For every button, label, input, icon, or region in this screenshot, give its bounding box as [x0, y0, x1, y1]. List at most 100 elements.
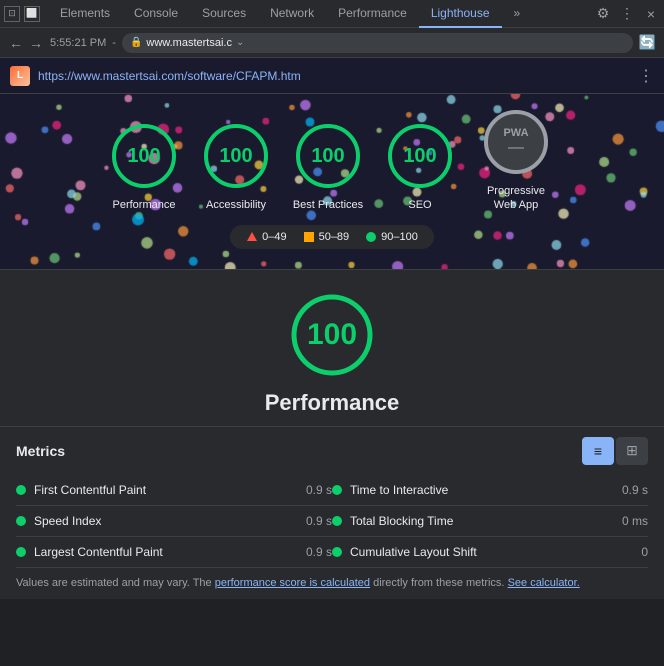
metric-dot-lcp — [16, 547, 26, 557]
perf-detail-title: Performance — [265, 390, 400, 416]
metrics-title: Metrics — [16, 443, 65, 459]
devtools-icons: ⊡ ⬜ — [4, 6, 40, 22]
footer-text-middle: directly from these metrics. — [370, 577, 508, 589]
refresh-button[interactable]: 🔄 — [639, 34, 656, 51]
legend-row: 0–49 50–89 90–100 — [230, 225, 434, 249]
pwa-label-inner: PWA — [503, 127, 528, 139]
performance-score: 100 — [127, 145, 160, 168]
pwa-circle: PWA — — [480, 106, 552, 178]
legend-range-90-100: 90–100 — [381, 231, 418, 243]
tab-more[interactable]: » — [502, 0, 533, 28]
devtools-right: ⚙ ⋮ × — [594, 5, 660, 23]
footer-note: Values are estimated and may vary. The p… — [0, 568, 664, 599]
back-button[interactable]: ← — [8, 35, 24, 51]
metrics-grid: First Contentful Paint 0.9 s Time to Int… — [0, 475, 664, 568]
address-bar: ← → 5:55:21 PM - 🔒 www.mastertsai.c ⌄ 🔄 — [0, 28, 664, 58]
legend-item-0-49: 0–49 — [246, 231, 286, 243]
pwa-dash: — — [503, 139, 528, 157]
performance-label: Performance — [113, 198, 176, 212]
devtools-tabs: Elements Console Sources Network Perform… — [48, 0, 594, 28]
url-text: www.mastertsai.c — [146, 37, 232, 49]
metric-speed-index: Speed Index 0.9 s — [16, 506, 332, 537]
devtools-bar: ⊡ ⬜ Elements Console Sources Network Per… — [0, 0, 664, 28]
device-icon[interactable]: ⬜ — [24, 6, 40, 22]
tab-elements[interactable]: Elements — [48, 0, 122, 28]
metric-value-tbt: 0 ms — [622, 514, 648, 528]
metric-value-tti: 0.9 s — [622, 483, 648, 497]
perf-detail: 100 Performance — [0, 270, 664, 426]
metric-total-blocking-time: Total Blocking Time 0 ms — [332, 506, 648, 537]
view-grid-icon: ⊞ — [626, 442, 638, 459]
metric-value-cls: 0 — [641, 545, 648, 559]
accessibility-circle: 100 — [200, 120, 272, 192]
metric-time-to-interactive: Time to Interactive 0.9 s — [332, 475, 648, 506]
seo-label: SEO — [408, 198, 431, 212]
score-performance: 100 Performance — [108, 120, 180, 212]
tab-performance[interactable]: Performance — [326, 0, 419, 28]
scores-section: 100 Performance 100 Accessibility 100 Be… — [0, 94, 664, 270]
footer-link-perf-score[interactable]: performance score is calculated — [215, 577, 370, 589]
legend-item-50-89: 50–89 — [303, 231, 350, 243]
legend-item-90-100: 90–100 — [365, 231, 418, 243]
tab-lighthouse[interactable]: Lighthouse — [419, 0, 502, 28]
best-practices-circle: 100 — [292, 120, 364, 192]
time-dash: - — [112, 37, 116, 49]
square-icon — [303, 231, 315, 243]
more-icon[interactable]: ⋮ — [618, 5, 636, 23]
site-url-text: https://www.mastertsai.com/software/CFAP… — [38, 69, 630, 83]
score-pwa: PWA — Progressive Web App — [476, 106, 556, 213]
metric-dot-si — [16, 516, 26, 526]
close-icon[interactable]: × — [642, 5, 660, 23]
metric-name-tti: Time to Interactive — [350, 483, 614, 497]
metric-dot-fcp — [16, 485, 26, 495]
scores-row: 100 Performance 100 Accessibility 100 Be… — [20, 106, 644, 213]
metric-name-si: Speed Index — [34, 514, 298, 528]
settings-icon[interactable]: ⚙ — [594, 5, 612, 23]
view-list-button[interactable]: ≡ — [582, 437, 614, 465]
seo-circle: 100 — [384, 120, 456, 192]
main-content: 100 Performance Metrics ≡ ⊞ First Conten… — [0, 270, 664, 599]
address-input[interactable]: 🔒 www.mastertsai.c ⌄ — [122, 33, 633, 53]
score-best-practices: 100 Best Practices — [292, 120, 364, 212]
circle-icon — [365, 231, 377, 243]
triangle-icon — [246, 231, 258, 243]
metric-value-si: 0.9 s — [306, 514, 332, 528]
tab-sources[interactable]: Sources — [190, 0, 258, 28]
tab-console[interactable]: Console — [122, 0, 190, 28]
metric-name-tbt: Total Blocking Time — [350, 514, 614, 528]
footer-link-calculator[interactable]: See calculator. — [508, 577, 580, 589]
accessibility-label: Accessibility — [206, 198, 266, 212]
metric-dot-cls — [332, 547, 342, 557]
metric-largest-contentful-paint: Largest Contentful Paint 0.9 s — [16, 537, 332, 568]
metric-name-lcp: Largest Contentful Paint — [34, 545, 298, 559]
performance-circle: 100 — [108, 120, 180, 192]
address-nav: ← → — [8, 35, 44, 51]
site-url-bar: L https://www.mastertsai.com/software/CF… — [0, 58, 664, 94]
metric-value-lcp: 0.9 s — [306, 545, 332, 559]
forward-button[interactable]: → — [28, 35, 44, 51]
metric-cumulative-layout-shift: Cumulative Layout Shift 0 — [332, 537, 648, 568]
accessibility-score: 100 — [219, 145, 252, 168]
site-favicon: L — [10, 66, 30, 86]
perf-detail-circle: 100 — [287, 290, 377, 380]
legend-range-0-49: 0–49 — [262, 231, 286, 243]
score-seo: 100 SEO — [384, 120, 456, 212]
best-practices-score: 100 — [311, 145, 344, 168]
footer-text-before: Values are estimated and may vary. The — [16, 577, 215, 589]
address-time: 5:55:21 PM — [50, 37, 106, 49]
site-menu-icon[interactable]: ⋮ — [638, 66, 654, 86]
metric-dot-tti — [332, 485, 342, 495]
metric-name-cls: Cumulative Layout Shift — [350, 545, 633, 559]
seo-score: 100 — [403, 145, 436, 168]
inspect-icon[interactable]: ⊡ — [4, 6, 20, 22]
metric-first-contentful-paint: First Contentful Paint 0.9 s — [16, 475, 332, 506]
pwa-label: Progressive Web App — [476, 184, 556, 213]
view-grid-button[interactable]: ⊞ — [616, 437, 648, 465]
metric-dot-tbt — [332, 516, 342, 526]
legend-range-50-89: 50–89 — [319, 231, 350, 243]
tab-network[interactable]: Network — [258, 0, 326, 28]
metrics-header: Metrics ≡ ⊞ — [0, 426, 664, 475]
metric-name-fcp: First Contentful Paint — [34, 483, 298, 497]
best-practices-label: Best Practices — [293, 198, 363, 212]
view-list-icon: ≡ — [594, 443, 602, 459]
